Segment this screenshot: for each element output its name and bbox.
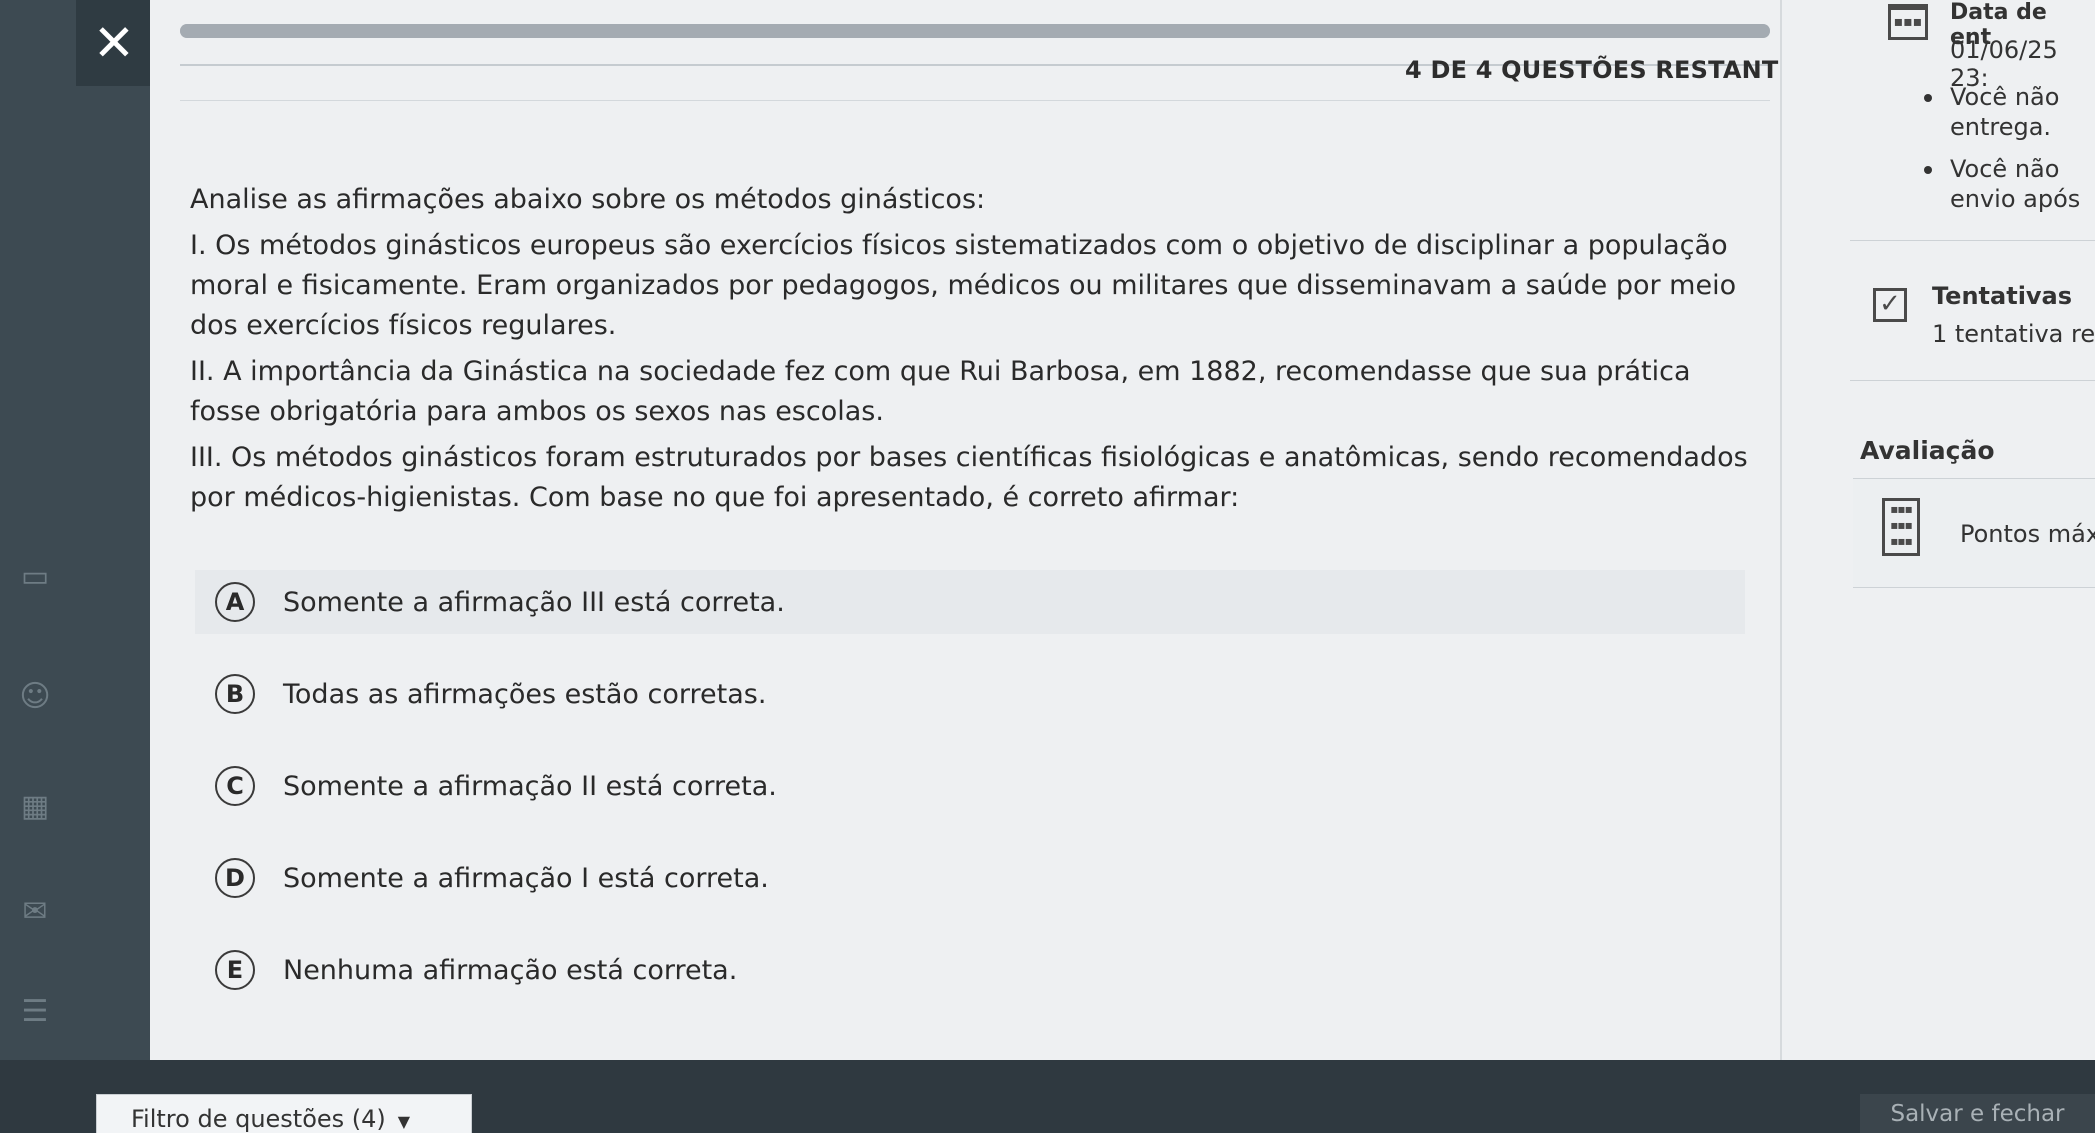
save-and-close-button[interactable]: Salvar e fechar [1860,1094,2095,1133]
calendar-icon: ▪▪▪ [1888,4,1928,40]
questions-remaining: 4 DE 4 QUESTÕES RESTANTES [1405,56,1813,84]
due-notes: Você não entrega. Você não envio após [1924,82,2095,226]
option-text: Nenhuma afirmação está correta. [283,954,738,986]
rail-mail-icon[interactable]: ✉ [18,895,52,929]
progress-bar [180,24,1770,38]
question-filter-button[interactable]: Filtro de questões (4) ▼ [96,1094,472,1133]
filter-label: Filtro de questões (4) [131,1105,386,1133]
option-e[interactable]: E Nenhuma afirmação está correta. [195,938,1745,1002]
close-icon: ✕ [93,14,135,72]
checkbox-icon: ✓ [1873,288,1907,322]
progress-fill [180,24,1770,38]
statement-3: III. Os métodos ginásticos foram estrutu… [190,442,1748,513]
option-d[interactable]: D Somente a afirmação I está correta. [195,846,1745,910]
rail-document-icon[interactable]: ▭ [18,560,52,594]
statement-2: II. A importância da Ginástica na socied… [190,356,1691,427]
attempts-remaining: 1 tentativa res [1932,320,2095,348]
grid-icon: ▪▪▪ ▪▪▪ ▪▪▪ [1882,498,1920,556]
option-a[interactable]: A Somente a afirmação III está correta. [195,570,1745,634]
question-intro: Analise as afirmações abaixo sobre os mé… [190,184,986,215]
option-c[interactable]: C Somente a afirmação II está correta. [195,754,1745,818]
rail-people-icon[interactable]: ☺ [18,680,52,714]
header-divider-lower [180,100,1770,101]
sidebar-divider [1850,380,2095,381]
option-text: Somente a afirmação III está correta. [283,586,785,618]
option-b[interactable]: B Todas as afirmações estão corretas. [195,662,1745,726]
rail-calendar-icon[interactable]: ▦ [18,790,52,824]
option-text: Somente a afirmação I está correta. [283,862,769,894]
caret-down-icon: ▼ [397,1112,411,1131]
evaluation-title: Avaliação [1860,436,1995,465]
max-points-label: Pontos máx [1960,520,2095,548]
question-body: Analise as afirmações abaixo sobre os mé… [190,180,1760,524]
option-letter: D [215,858,255,898]
answer-options: A Somente a afirmação III está correta. … [195,570,1745,1030]
option-letter: C [215,766,255,806]
option-letter: B [215,674,255,714]
option-letter: E [215,950,255,990]
sidebar-divider [1850,240,2095,241]
option-text: Todas as afirmações estão corretas. [283,678,767,710]
rail-list-icon[interactable]: ☰ [18,995,52,1029]
due-note: Você não envio após [1924,154,2095,214]
statement-1: I. Os métodos ginásticos europeus são ex… [190,230,1737,341]
option-text: Somente a afirmação II está correta. [283,770,777,802]
close-button[interactable]: ✕ [76,0,152,86]
left-rail: ▭ ☺ ▦ ✉ ☰ [0,0,150,1133]
attempts-title: Tentativas [1932,282,2073,310]
due-note: Você não entrega. [1924,82,2095,142]
option-letter: A [215,582,255,622]
